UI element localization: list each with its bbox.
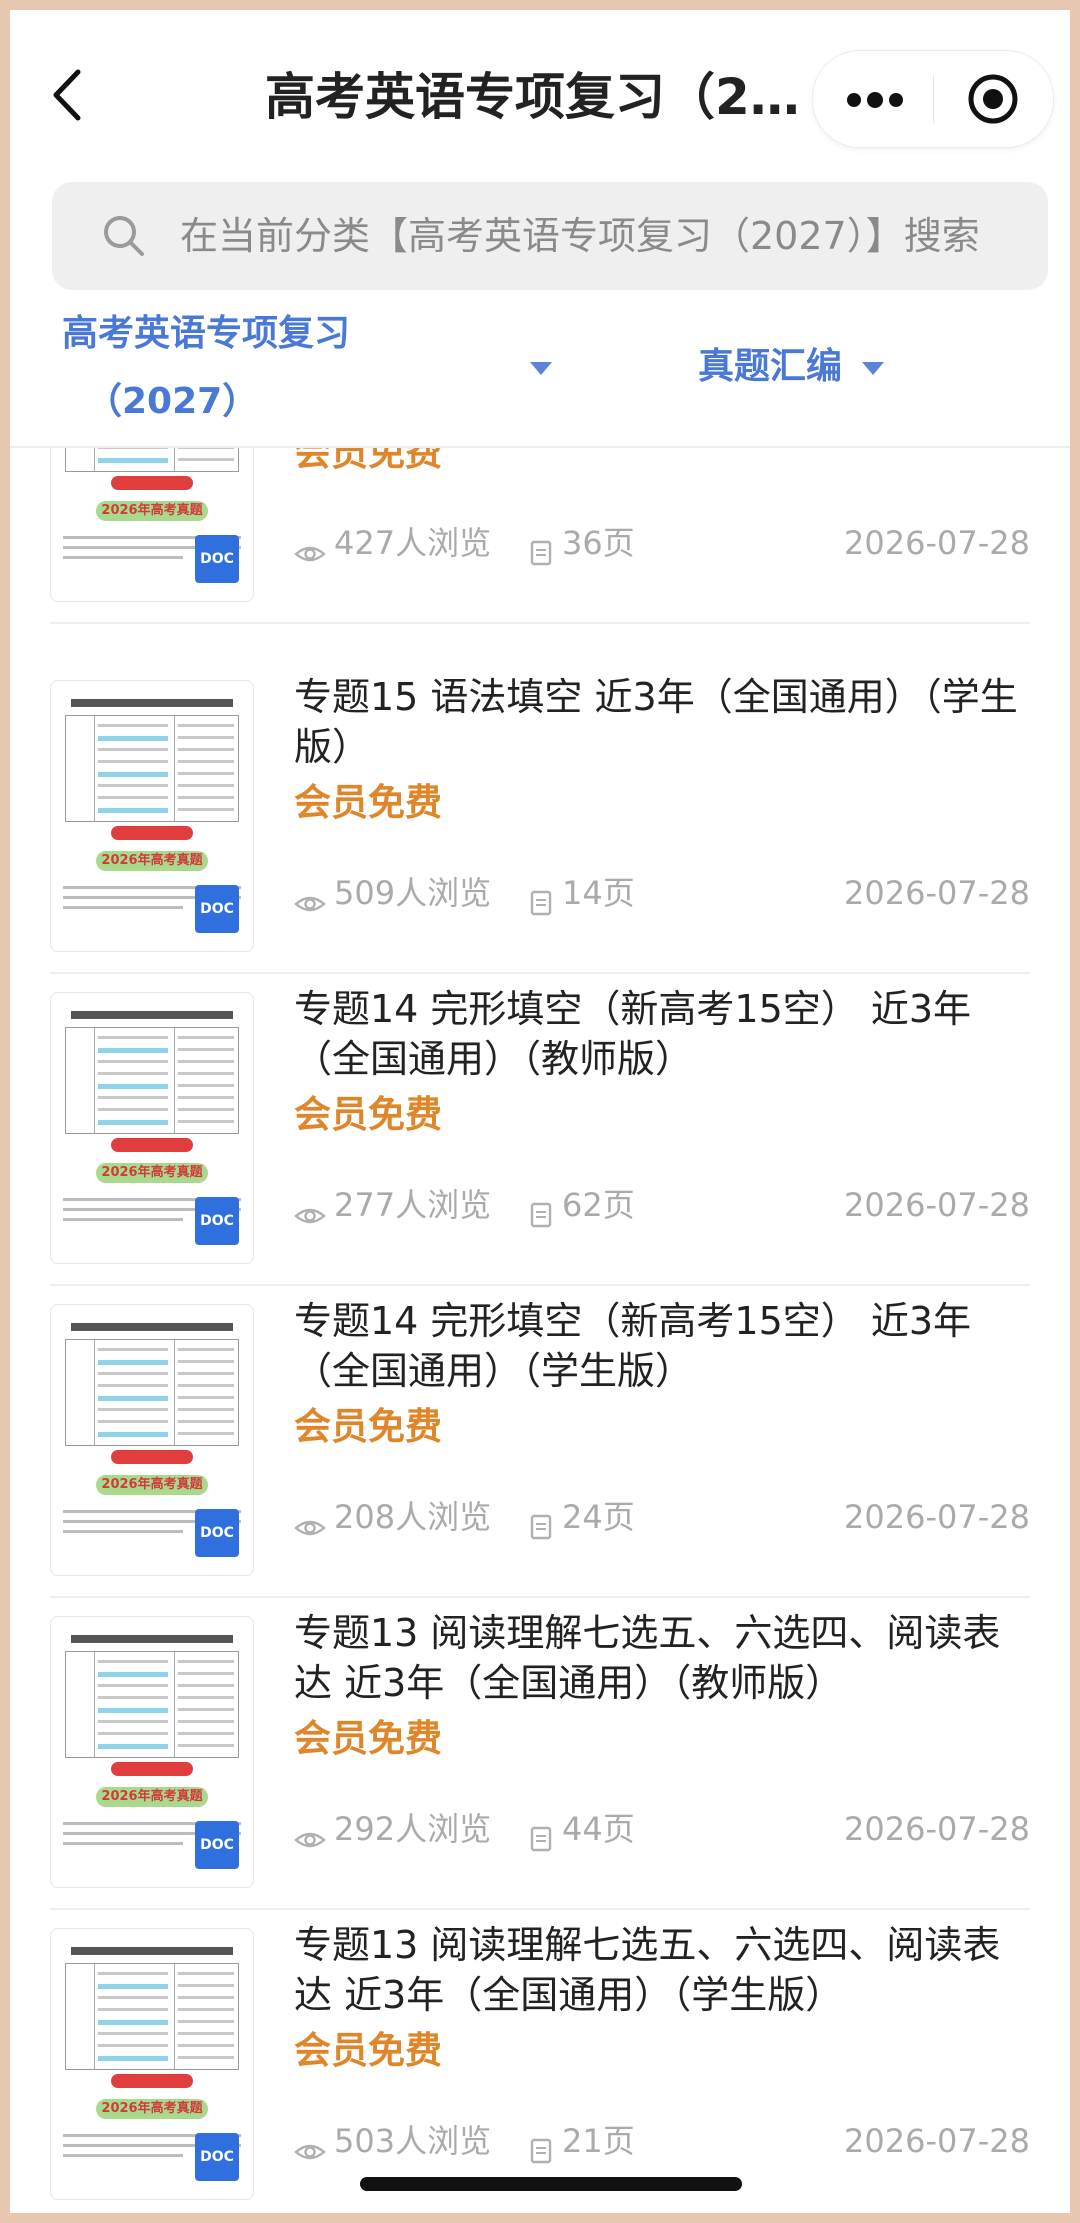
view-count: 277人浏览: [334, 1186, 492, 1224]
item-price-label: 会员免费: [294, 448, 442, 474]
item-price-label: 会员免费: [294, 2029, 442, 2072]
eye-icon: [294, 1816, 326, 1848]
thumbnail-year-text: 2026年高考真题: [101, 1789, 203, 1804]
category-dropdown-icon[interactable]: [530, 362, 552, 375]
publish-date: 2026-07-28: [844, 1498, 1030, 1536]
item-price-label: 会员免费: [294, 1405, 442, 1448]
item-title: 专题13 阅读理解七选五、六选四、阅读表达 近3年（全国通用）（学生版）: [294, 1923, 1001, 2017]
list-item[interactable]: 2026年高考真题 DOC 专题14 完形填空（新高考15空） 近3年（全国通用）（…: [50, 1284, 1030, 1598]
target-icon[interactable]: [933, 51, 1053, 147]
item-price-label: 会员免费: [294, 1717, 442, 1760]
type-filter-label: 真题汇编: [698, 346, 843, 387]
item-stats: 277人浏览 62页 2026-07-28: [294, 1180, 1030, 1230]
thumbnail-year-text: 2026年高考真题: [101, 853, 203, 868]
eye-icon: [294, 2128, 326, 2160]
thumbnail-year-text: 2026年高考真题: [101, 503, 203, 518]
list-item[interactable]: 2026年高考真题 DOC 专题14 完形填空（新高考15空） 近3年（全国通用）（…: [50, 972, 1030, 1286]
publish-date: 2026-07-28: [844, 524, 1030, 562]
doc-file-icon: DOC: [195, 1821, 239, 1869]
doc-file-icon: DOC: [195, 1509, 239, 1557]
thumbnail-year-text: 2026年高考真题: [101, 1165, 203, 1180]
eye-icon: [294, 880, 326, 912]
page-count: 44页: [562, 1810, 635, 1848]
search-icon: [100, 212, 148, 260]
type-filter[interactable]: 真题汇编: [698, 342, 842, 392]
thumbnail-year-text: 2026年高考真题: [101, 1477, 203, 1492]
list-item[interactable]: 2026年高考真题 DOC 专题13 阅读理解七选五、六选四、阅读表达 近3年（全国…: [50, 1908, 1030, 2213]
page-count: 62页: [562, 1186, 635, 1224]
eye-icon: [294, 530, 326, 562]
category-filter-label-line1: 高考英语专项复习: [62, 313, 351, 354]
list-item[interactable]: 2026年高考真题 DOC 专题15 语法填空 近3年（全国通用）（学生版） 会员免费…: [50, 660, 1030, 974]
document-thumbnail: 2026年高考真题 DOC: [50, 680, 254, 952]
view-count: 292人浏览: [334, 1810, 492, 1848]
publish-date: 2026-07-28: [844, 2122, 1030, 2160]
item-stats: 509人浏览 14页 2026-07-28: [294, 868, 1030, 918]
eye-icon: [294, 1504, 326, 1536]
eye-icon: [294, 1192, 326, 1224]
item-stats: 208人浏览 24页 2026-07-28: [294, 1492, 1030, 1542]
publish-date: 2026-07-28: [844, 874, 1030, 912]
list-item[interactable]: 2026年高考真题DOC版）会员免费427人浏览36页2026-07-28: [50, 448, 1030, 624]
page-count: 14页: [562, 874, 635, 912]
category-filter-label-line2: （2027）: [86, 381, 259, 422]
item-title: 专题14 完形填空（新高考15空） 近3年（全国通用）（教师版）: [294, 987, 972, 1081]
item-price-label: 会员免费: [294, 1093, 442, 1136]
item-stats: 292人浏览 44页 2026-07-28: [294, 1804, 1030, 1854]
type-dropdown-icon[interactable]: [862, 362, 884, 375]
item-title: 专题14 完形填空（新高考15空） 近3年（全国通用）（学生版）: [294, 1299, 972, 1393]
mini-program-capsule: [812, 50, 1054, 148]
item-price-label: 会员免费: [294, 781, 442, 824]
top-nav-bar: 高考英语专项复习（20…: [10, 10, 1070, 180]
doc-file-icon: DOC: [195, 2133, 239, 2181]
page-icon: [530, 1816, 552, 1852]
document-thumbnail: 2026年高考真题 DOC: [50, 448, 254, 602]
page-icon: [530, 880, 552, 916]
thumbnail-year-text: 2026年高考真题: [101, 2101, 203, 2116]
doc-file-icon: DOC: [195, 885, 239, 933]
item-title: 专题15 语法填空 近3年（全国通用）（学生版）: [294, 675, 1018, 769]
category-filter[interactable]: 高考英语专项复习 （2027）: [62, 300, 382, 436]
search-input[interactable]: 在当前分类【高考英语专项复习（2027）】搜索: [52, 182, 1048, 290]
document-thumbnail: 2026年高考真题 DOC: [50, 1928, 254, 2200]
page-count: 36页: [562, 524, 635, 562]
document-thumbnail: 2026年高考真题 DOC: [50, 992, 254, 1264]
app-screen: 高考英语专项复习（20… 在当前分类【高考英语专项复习（2027）】搜索 高考英…: [0, 0, 1080, 2223]
view-count: 509人浏览: [334, 874, 492, 912]
doc-file-icon: DOC: [195, 535, 239, 583]
back-icon[interactable]: [40, 60, 100, 130]
filter-bar: 高考英语专项复习 （2027） 真题汇编: [10, 300, 1070, 448]
view-count: 208人浏览: [334, 1498, 492, 1536]
item-stats: 427人浏览 36页 2026-07-28: [294, 518, 1030, 568]
more-dots-icon[interactable]: [813, 51, 933, 147]
search-placeholder: 在当前分类【高考英语专项复习（2027）】搜索: [180, 214, 980, 258]
page-icon: [530, 2128, 552, 2164]
document-thumbnail: 2026年高考真题 DOC: [50, 1616, 254, 1888]
page-title: 高考英语专项复习（20…: [265, 68, 825, 126]
doc-file-icon: DOC: [195, 1197, 239, 1245]
view-count: 503人浏览: [334, 2122, 492, 2160]
document-thumbnail: 2026年高考真题 DOC: [50, 1304, 254, 1576]
view-count: 427人浏览: [334, 524, 492, 562]
document-list: 2026年高考真题DOC版）会员免费427人浏览36页2026-07-28202…: [10, 448, 1070, 2213]
item-title: 专题13 阅读理解七选五、六选四、阅读表达 近3年（全国通用）（教师版）: [294, 1611, 1001, 1705]
page-count: 24页: [562, 1498, 635, 1536]
item-stats: 503人浏览 21页 2026-07-28: [294, 2116, 1030, 2166]
page-icon: [530, 1504, 552, 1540]
page-count: 21页: [562, 2122, 635, 2160]
list-item[interactable]: 2026年高考真题 DOC 专题13 阅读理解七选五、六选四、阅读表达 近3年（全国…: [50, 1596, 1030, 1910]
home-indicator: [360, 2177, 742, 2191]
page-icon: [530, 530, 552, 566]
publish-date: 2026-07-28: [844, 1186, 1030, 1224]
publish-date: 2026-07-28: [844, 1810, 1030, 1848]
page-icon: [530, 1192, 552, 1228]
